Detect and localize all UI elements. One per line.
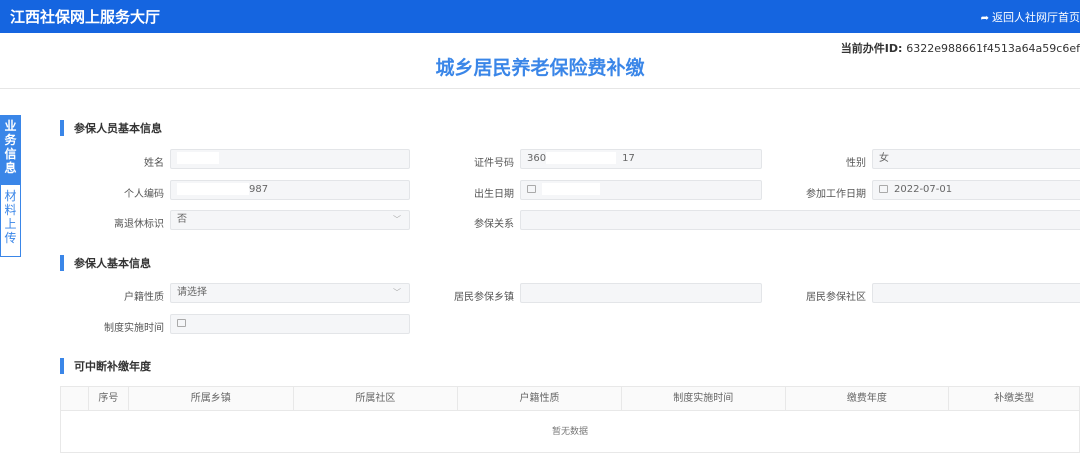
column-header: 所属乡镇 bbox=[129, 387, 294, 410]
table-header: 序号 所属乡镇 所属社区 户籍性质 制度实施时间 缴费年度 补缴类型 bbox=[60, 386, 1080, 411]
column-header: 所属社区 bbox=[294, 387, 459, 410]
app-title: 江西社保网上服务大厅 bbox=[10, 8, 161, 26]
section-header-insured-person: 参保人员基本信息 bbox=[60, 120, 162, 136]
chevron-down-icon: ﹀ bbox=[393, 215, 401, 224]
birth-date-field[interactable] bbox=[520, 180, 762, 200]
section-header-payable-years: 可中断补缴年度 bbox=[60, 358, 151, 374]
column-header: 制度实施时间 bbox=[622, 387, 786, 410]
side-tabs: 业务信息 材料上传 bbox=[0, 115, 21, 257]
column-header: 户籍性质 bbox=[458, 387, 622, 410]
retire-flag-select[interactable]: 否 ﹀ bbox=[170, 210, 410, 230]
household-type-label: 户籍性质 bbox=[124, 292, 164, 303]
personal-code-label: 个人编码 bbox=[124, 189, 164, 200]
name-field[interactable] bbox=[170, 149, 410, 169]
section-marker bbox=[60, 255, 64, 271]
calendar-icon bbox=[879, 185, 888, 193]
back-to-home-link[interactable]: ➦ 返回人社网厅首页 bbox=[981, 9, 1080, 25]
divider bbox=[0, 88, 1080, 89]
birth-date-label: 出生日期 bbox=[474, 189, 514, 200]
retire-flag-label: 离退休标识 bbox=[114, 219, 164, 230]
resident-town-label: 居民参保乡镇 bbox=[454, 292, 514, 303]
household-type-select[interactable]: 请选择 ﹀ bbox=[170, 283, 410, 303]
table-select-column bbox=[61, 387, 89, 410]
policy-date-field[interactable] bbox=[170, 314, 410, 334]
page-title: 城乡居民养老保险费补缴 bbox=[435, 57, 645, 79]
id-number-label: 证件号码 bbox=[474, 158, 514, 169]
table-empty-state: 暂无数据 bbox=[60, 411, 1080, 453]
id-number-field[interactable]: 360 17 bbox=[520, 149, 762, 169]
chevron-down-icon: ﹀ bbox=[393, 288, 401, 297]
resident-community-field[interactable] bbox=[872, 283, 1080, 303]
back-arrow-icon: ➦ bbox=[980, 13, 989, 24]
column-header: 补缴类型 bbox=[994, 393, 1035, 404]
work-start-date-label: 参加工作日期 bbox=[806, 189, 866, 200]
section-header-insured-basic: 参保人基本信息 bbox=[60, 255, 151, 271]
column-header: 序号 bbox=[89, 387, 129, 410]
calendar-icon bbox=[527, 185, 536, 193]
top-bar: 江西社保网上服务大厅 ➦ 返回人社网厅首页 bbox=[0, 0, 1080, 33]
personal-code-field[interactable]: 987 bbox=[170, 180, 410, 200]
resident-town-field[interactable] bbox=[520, 283, 762, 303]
calendar-icon bbox=[177, 319, 186, 327]
insurance-relation-label: 参保关系 bbox=[474, 219, 514, 230]
gender-label: 性别 bbox=[846, 158, 866, 169]
section-marker bbox=[60, 120, 64, 136]
work-start-date-field[interactable]: 2022-07-01 bbox=[872, 180, 1080, 200]
payable-years-table: 序号 所属乡镇 所属社区 户籍性质 制度实施时间 缴费年度 补缴类型 暂无数据 bbox=[60, 386, 1080, 453]
policy-date-label: 制度实施时间 bbox=[104, 323, 164, 334]
tab-business-info[interactable]: 业务信息 bbox=[0, 115, 21, 185]
insurance-relation-field[interactable] bbox=[520, 210, 1080, 230]
gender-field[interactable]: 女 bbox=[872, 149, 1080, 169]
name-label: 姓名 bbox=[144, 158, 164, 169]
resident-community-label: 居民参保社区 bbox=[806, 292, 866, 303]
section-marker bbox=[60, 358, 64, 374]
tab-material-upload[interactable]: 材料上传 bbox=[0, 185, 21, 257]
column-header: 缴费年度 bbox=[786, 387, 950, 410]
